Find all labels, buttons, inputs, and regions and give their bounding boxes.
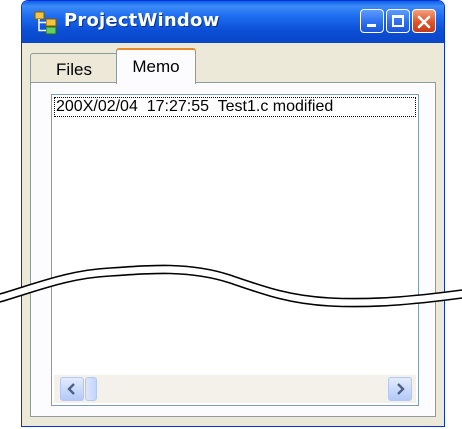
memo-list[interactable]: 200X/02/04 17:27:55 Test1.c modified [51,94,419,406]
window-title: ProjectWindow [64,10,220,31]
scroll-left-arrow-icon [67,383,75,395]
close-button[interactable] [412,9,436,33]
tab-strip: Files Memo [30,48,436,84]
list-item[interactable]: 200X/02/04 17:27:55 Test1.c modified [54,97,416,117]
scroll-right-button[interactable] [388,377,412,401]
memo-tab-page: 200X/02/04 17:27:55 Test1.c modified [30,82,436,417]
minimize-button[interactable] [360,9,384,33]
project-window: ProjectWindow Files Memo 200X/02/04 17:2… [21,0,445,427]
maximize-button[interactable] [386,9,410,33]
tab-memo[interactable]: Memo [116,48,196,84]
scroll-left-button[interactable] [60,377,84,401]
close-icon [417,14,431,33]
project-tree-icon [34,11,58,35]
maximize-icon [392,15,404,27]
title-bar[interactable]: ProjectWindow [22,1,444,43]
scroll-thumb[interactable] [85,377,97,401]
tab-files[interactable]: Files [30,53,118,83]
scroll-right-arrow-icon [397,383,405,395]
minimize-icon [367,24,376,27]
horizontal-scrollbar[interactable] [54,375,416,403]
